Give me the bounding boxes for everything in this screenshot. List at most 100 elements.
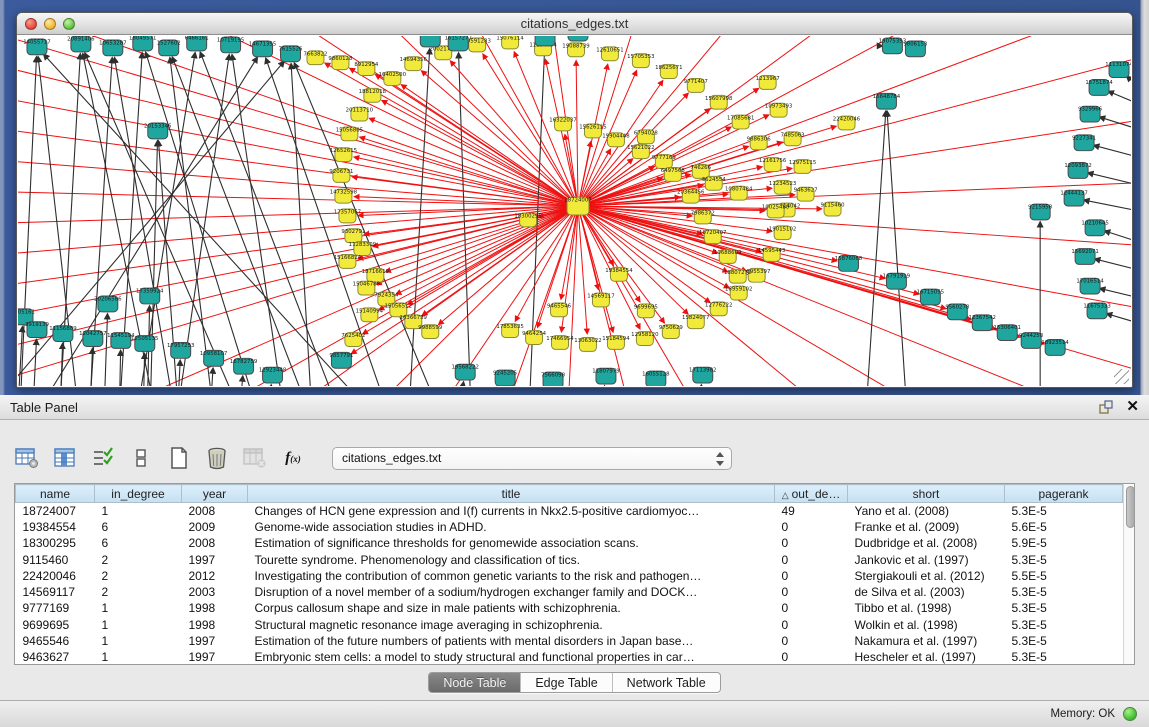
table-cell[interactable]: 18300295	[16, 535, 95, 551]
select-rows-icon[interactable]	[90, 446, 116, 470]
table-cell[interactable]: 6	[95, 535, 182, 551]
table-cell[interactable]: 1	[95, 503, 182, 519]
table-cell[interactable]: 18724007	[16, 503, 95, 519]
table-row[interactable]: 2242004622012Investigating the contribut…	[16, 568, 1123, 584]
table-cell[interactable]: 22420046	[16, 568, 95, 584]
delete-table-icon[interactable]	[204, 446, 230, 470]
network-canvas[interactable]: 1872400716402500188120182011371015056805…	[18, 36, 1131, 386]
table-cell[interactable]: 5.3E-5	[1005, 600, 1123, 616]
table-cell[interactable]: 0	[775, 617, 848, 633]
table-cell[interactable]: Embryonic stem cells: a model to study s…	[248, 649, 775, 665]
table-cell[interactable]: 5.3E-5	[1005, 617, 1123, 633]
citation-graph[interactable]: 1872400716402500188120182011371015056805…	[18, 36, 1131, 386]
table-row[interactable]: 1456911722003Disruption of a novel membe…	[16, 584, 1123, 600]
table-cell[interactable]: 1997	[182, 551, 248, 567]
table-cell[interactable]: 1	[95, 649, 182, 665]
table-cell[interactable]: 1998	[182, 600, 248, 616]
table-row[interactable]: 1938455462009Genome-wide association stu…	[16, 519, 1123, 535]
table-cell[interactable]: 0	[775, 600, 848, 616]
table-row[interactable]: 1830029562008Estimation of significance …	[16, 535, 1123, 551]
table-cell[interactable]: Wolkin et al. (1998)	[848, 617, 1005, 633]
tab-edge-table[interactable]: Edge Table	[521, 673, 612, 692]
table-cell[interactable]: Tourette syndrome. Phenomenology and cla…	[248, 551, 775, 567]
table-cell[interactable]: 2012	[182, 568, 248, 584]
table-cell[interactable]: Corpus callosum shape and size in male p…	[248, 600, 775, 616]
table-selector-dropdown[interactable]: citations_edges.txt	[332, 447, 732, 470]
table-cell[interactable]: 6	[95, 519, 182, 535]
scrollbar-thumb[interactable]	[1126, 486, 1135, 528]
table-cell[interactable]: 0	[775, 551, 848, 567]
table-cell[interactable]: 5.3E-5	[1005, 503, 1123, 519]
table-cell[interactable]: 9115460	[16, 551, 95, 567]
table-cell[interactable]: 1	[95, 633, 182, 649]
table-row[interactable]: 1872400712008Changes of HCN gene express…	[16, 503, 1123, 519]
table-cell[interactable]: Structural magnetic resonance image aver…	[248, 617, 775, 633]
table-cell[interactable]: 1997	[182, 649, 248, 665]
table-cell[interactable]: Nakamura et al. (1997)	[848, 633, 1005, 649]
table-cell[interactable]: 2	[95, 568, 182, 584]
table-row[interactable]: 946362711997Embryonic stem cells: a mode…	[16, 649, 1123, 665]
table-cell[interactable]: 5.9E-5	[1005, 535, 1123, 551]
table-cell[interactable]: 1998	[182, 617, 248, 633]
table-cell[interactable]: 0	[775, 535, 848, 551]
table-cell[interactable]: Investigating the contribution of common…	[248, 568, 775, 584]
column-header-pagerank[interactable]: pagerank	[1005, 485, 1123, 503]
table-cell[interactable]: Estimation of significance thresholds fo…	[248, 535, 775, 551]
delete-column-icon[interactable]	[242, 446, 268, 470]
table-cell[interactable]: Franke et al. (2009)	[848, 519, 1005, 535]
column-visibility-icon[interactable]	[52, 446, 78, 470]
column-header-name[interactable]: name	[16, 485, 95, 503]
table-cell[interactable]: 2008	[182, 535, 248, 551]
table-row[interactable]: 911546021997Tourette syndrome. Phenomeno…	[16, 551, 1123, 567]
table-cell[interactable]: 5.3E-5	[1005, 584, 1123, 600]
table-settings-icon[interactable]	[14, 446, 40, 470]
table-cell[interactable]: Tibbo et al. (1998)	[848, 600, 1005, 616]
table-cell[interactable]: Estimation of the future numbers of pati…	[248, 633, 775, 649]
table-cell[interactable]: 1997	[182, 633, 248, 649]
column-header-in_degree[interactable]: in_degree	[95, 485, 182, 503]
graph-node[interactable]	[420, 36, 440, 47]
float-panel-icon[interactable]	[1099, 400, 1114, 414]
resize-grip[interactable]	[1114, 369, 1129, 384]
table-cell[interactable]: 2008	[182, 503, 248, 519]
merge-rows-icon[interactable]	[128, 446, 154, 470]
table-cell[interactable]: 0	[775, 649, 848, 665]
table-cell[interactable]: 0	[775, 584, 848, 600]
table-cell[interactable]: 1	[95, 617, 182, 633]
table-cell[interactable]: 2009	[182, 519, 248, 535]
table-cell[interactable]: 9465546	[16, 633, 95, 649]
table-cell[interactable]: 0	[775, 568, 848, 584]
new-table-icon[interactable]	[166, 446, 192, 470]
table-cell[interactable]: 5.6E-5	[1005, 519, 1123, 535]
tab-network-table[interactable]: Network Table	[613, 673, 720, 692]
table-row[interactable]: 977716911998Corpus callosum shape and si…	[16, 600, 1123, 616]
table-cell[interactable]: Stergiakouli et al. (2012)	[848, 568, 1005, 584]
table-cell[interactable]: 0	[775, 519, 848, 535]
column-header-year[interactable]: year	[182, 485, 248, 503]
table-cell[interactable]: Jankovic et al. (1997)	[848, 551, 1005, 567]
table-cell[interactable]: 2	[95, 551, 182, 567]
table-cell[interactable]: 1	[95, 600, 182, 616]
table-cell[interactable]: 2	[95, 584, 182, 600]
column-header-out_de[interactable]: △out_de…	[775, 485, 848, 503]
table-cell[interactable]: 9699695	[16, 617, 95, 633]
table-row[interactable]: 969969511998Structural magnetic resonanc…	[16, 617, 1123, 633]
table-cell[interactable]: 49	[775, 503, 848, 519]
table-cell[interactable]: Genome-wide association studies in ADHD.	[248, 519, 775, 535]
table-cell[interactable]: 5.3E-5	[1005, 551, 1123, 567]
table-scrollbar[interactable]	[1123, 484, 1134, 664]
table-cell[interactable]: 5.3E-5	[1005, 649, 1123, 665]
table-cell[interactable]: 19384554	[16, 519, 95, 535]
table-cell[interactable]: 9777169	[16, 600, 95, 616]
graph-node[interactable]	[568, 36, 588, 41]
table-cell[interactable]: Hescheler et al. (1997)	[848, 649, 1005, 665]
table-cell[interactable]: Changes of HCN gene expression and I(f) …	[248, 503, 775, 519]
graph-node[interactable]	[535, 36, 555, 46]
table-cell[interactable]: Dudbridge et al. (2008)	[848, 535, 1005, 551]
network-window[interactable]: citations_edges.txt 18724007164025001881…	[16, 12, 1133, 388]
table-cell[interactable]: Yano et al. (2008)	[848, 503, 1005, 519]
table-cell[interactable]: 2003	[182, 584, 248, 600]
network-window-titlebar[interactable]: citations_edges.txt	[17, 13, 1132, 35]
table-cell[interactable]: de Silva et al. (2003)	[848, 584, 1005, 600]
table-cell[interactable]: 5.5E-5	[1005, 568, 1123, 584]
